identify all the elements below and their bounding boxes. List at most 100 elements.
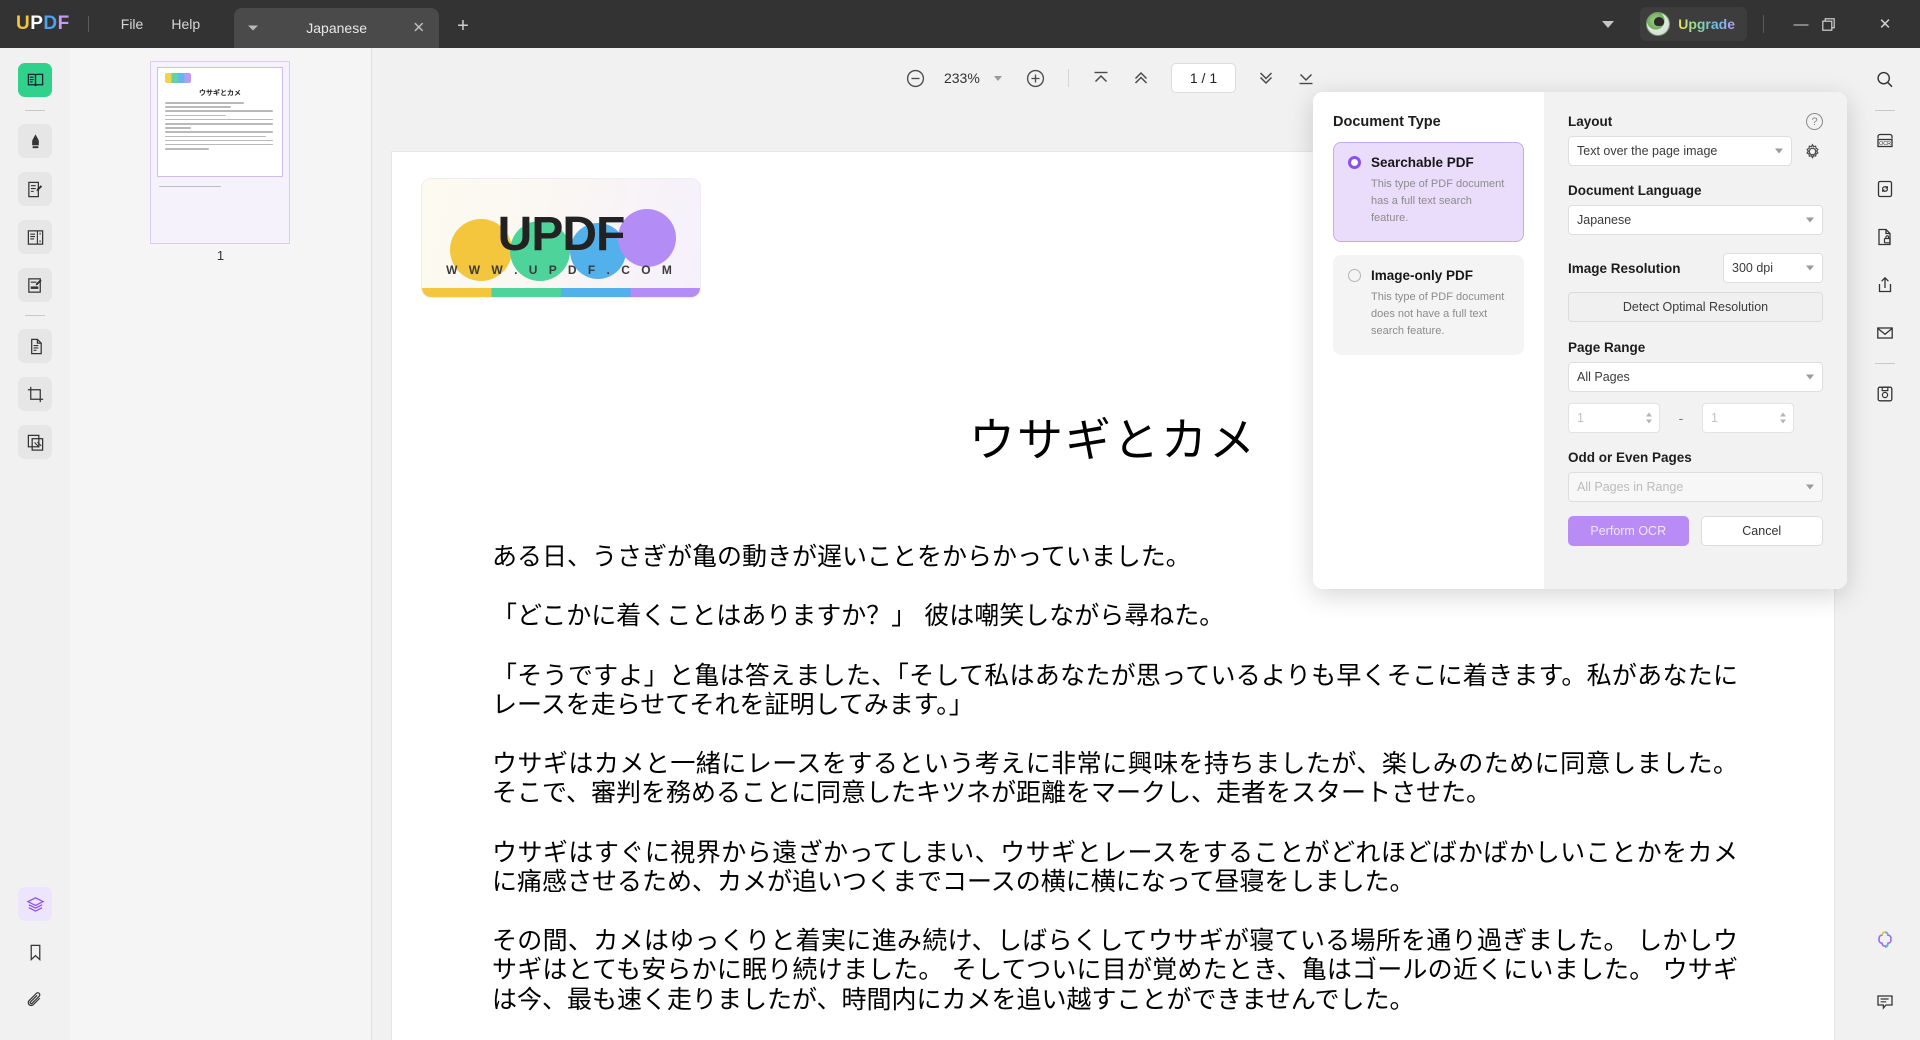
- close-button[interactable]: ✕: [1864, 15, 1906, 33]
- comment-icon[interactable]: [1868, 985, 1902, 1019]
- thumbnail-panel: ウサギとカメ 1: [70, 48, 372, 1040]
- layout-select[interactable]: Text over the page image: [1568, 136, 1792, 166]
- minimize-button[interactable]: —: [1780, 16, 1822, 33]
- page-range-to-input[interactable]: 1: [1702, 403, 1794, 433]
- option-label: Searchable PDF: [1371, 155, 1474, 170]
- page-range-from-input[interactable]: 1: [1568, 403, 1660, 433]
- option-image-only-pdf[interactable]: Image-only PDF This type of PDF document…: [1333, 255, 1524, 356]
- sidebar-item-edit-pdf[interactable]: [18, 220, 52, 254]
- gear-icon[interactable]: [1802, 141, 1823, 162]
- sidebar-item-reader[interactable]: [18, 63, 52, 97]
- page-thumbnail-1[interactable]: ウサギとカメ: [150, 61, 290, 244]
- next-page-icon[interactable]: [1246, 60, 1286, 96]
- chevron-down-icon: [1806, 484, 1814, 490]
- chevron-down-icon[interactable]: [993, 75, 1002, 81]
- logo-letter-d: D: [43, 13, 58, 34]
- stepper-up-icon[interactable]: [1646, 412, 1652, 417]
- sidebar-item-layers[interactable]: [18, 887, 52, 921]
- divider: [1067, 69, 1069, 87]
- app-logo: UPDF: [16, 13, 70, 35]
- search-icon[interactable]: [1868, 63, 1902, 97]
- zoom-out-icon[interactable]: [896, 60, 936, 96]
- ocr-dialog[interactable]: Document Type Searchable PDF This type o…: [1313, 92, 1847, 589]
- first-page-icon[interactable]: [1081, 60, 1121, 96]
- page-range-label: Page Range: [1568, 340, 1646, 355]
- zoom-level-label[interactable]: 233%: [936, 70, 988, 86]
- help-icon[interactable]: ?: [1806, 113, 1823, 130]
- title-bar: UPDF File Help Japanese ✕ + Upgrade — ✕: [0, 0, 1920, 48]
- odd-or-even-select[interactable]: All Pages in Range: [1568, 472, 1823, 502]
- stepper-up-icon[interactable]: [1780, 412, 1786, 417]
- document-paragraph: その間、カメはゆっくりと着実に進み続け、しばらくしてウサギが寝ている場所を通り過…: [492, 926, 1738, 1014]
- ocr-document-type-section: Document Type Searchable PDF This type o…: [1313, 92, 1544, 589]
- convert-icon[interactable]: [1868, 172, 1902, 206]
- cancel-button[interactable]: Cancel: [1700, 516, 1823, 546]
- logo-url: W W W . U P D F . C O M: [446, 263, 676, 277]
- stepper-arrows[interactable]: [1780, 412, 1786, 424]
- upgrade-button[interactable]: Upgrade: [1640, 7, 1747, 41]
- stepper-down-icon[interactable]: [1780, 419, 1786, 424]
- document-body: ある日、うさぎが亀の動きが遅いことをからかっていました。 「どこかに着くことはあ…: [492, 542, 1738, 1040]
- menu-help[interactable]: Help: [157, 10, 214, 38]
- thumbnail-text-line: [165, 118, 273, 121]
- email-icon[interactable]: [1868, 316, 1902, 350]
- sidebar-item-crop[interactable]: [18, 377, 52, 411]
- document-language-label: Document Language: [1568, 183, 1702, 198]
- perform-ocr-button[interactable]: Perform OCR: [1568, 516, 1689, 546]
- save-icon[interactable]: [1868, 377, 1902, 411]
- detect-optimal-resolution-button[interactable]: Detect Optimal Resolution: [1568, 292, 1823, 322]
- image-resolution-select[interactable]: 300 dpi: [1723, 253, 1823, 283]
- sidebar-item-organize-pages[interactable]: [18, 329, 52, 363]
- chevron-down-icon[interactable]: [248, 25, 259, 31]
- radio-searchable-pdf[interactable]: [1348, 156, 1361, 169]
- chevron-down-icon[interactable]: [1602, 20, 1615, 28]
- image-resolution-label: Image Resolution: [1568, 260, 1681, 276]
- radio-image-only-pdf[interactable]: [1348, 269, 1361, 283]
- page-indicator[interactable]: 1 / 1: [1170, 63, 1237, 93]
- sidebar-item-compare[interactable]: [18, 425, 52, 459]
- stepper-arrows[interactable]: [1646, 412, 1652, 424]
- logo-letter-p: P: [30, 13, 44, 34]
- right-rail-bottom: [1868, 916, 1902, 1040]
- sidebar-item-annotate[interactable]: [18, 172, 52, 206]
- ocr-dialog-actions: Perform OCR Cancel: [1568, 516, 1823, 546]
- thumbnail-text-line: [165, 127, 192, 129]
- avatar[interactable]: [1646, 12, 1671, 36]
- chevron-down-icon: [1806, 265, 1814, 271]
- thumbnail-text-line: [165, 135, 267, 138]
- stepper-down-icon[interactable]: [1646, 419, 1652, 424]
- tab-japanese[interactable]: Japanese ✕: [234, 8, 440, 48]
- document-language-select[interactable]: Japanese: [1568, 205, 1823, 235]
- page-range-select[interactable]: All Pages: [1568, 362, 1823, 392]
- close-icon[interactable]: ✕: [413, 21, 426, 36]
- sidebar-item-bookmark[interactable]: [18, 935, 52, 969]
- sidebar-item-attachment[interactable]: [18, 983, 52, 1017]
- ai-assistant-icon[interactable]: [1868, 923, 1902, 957]
- logo-letter-f: F: [57, 13, 70, 34]
- prev-page-icon[interactable]: [1121, 60, 1161, 96]
- share-icon[interactable]: [1868, 268, 1902, 302]
- divider: [25, 315, 45, 316]
- sidebar-item-form[interactable]: [18, 268, 52, 302]
- menu-file[interactable]: File: [107, 10, 158, 38]
- option-searchable-pdf[interactable]: Searchable PDF This type of PDF document…: [1333, 142, 1524, 243]
- divider: [1875, 110, 1895, 111]
- layout-label: Layout: [1568, 114, 1613, 129]
- zoom-in-icon[interactable]: [1016, 60, 1056, 96]
- sidebar-item-highlight[interactable]: [18, 124, 52, 158]
- document-paragraph: ウサギはカメと一緒にレースをするという考えに非常に興味を持ちましたが、楽しみのた…: [492, 749, 1738, 808]
- thumbnail-logo-icon: [165, 73, 191, 83]
- odd-or-even-placeholder: All Pages in Range: [1577, 480, 1684, 494]
- maximize-button[interactable]: [1822, 17, 1864, 31]
- document-paragraph: 「そうですよ」と亀は答えました、「そして私はあなたが思っているよりも早くそこに着…: [492, 660, 1738, 719]
- ocr-icon[interactable]: OCR: [1868, 124, 1902, 158]
- thumbnail-text-line: [165, 122, 273, 125]
- document-paragraph: ウサギはすぐに視界から遠ざかってしまい、ウサギとレースをすることがどれほどばかば…: [492, 837, 1738, 896]
- chevron-down-icon: [1806, 374, 1814, 380]
- option-description: This type of PDF document has a full tex…: [1371, 178, 1505, 225]
- image-resolution-value: 300 dpi: [1732, 261, 1774, 275]
- last-page-icon[interactable]: [1286, 60, 1326, 96]
- range-separator: -: [1678, 410, 1684, 426]
- protect-icon[interactable]: [1868, 220, 1902, 254]
- new-tab-button[interactable]: +: [457, 15, 469, 38]
